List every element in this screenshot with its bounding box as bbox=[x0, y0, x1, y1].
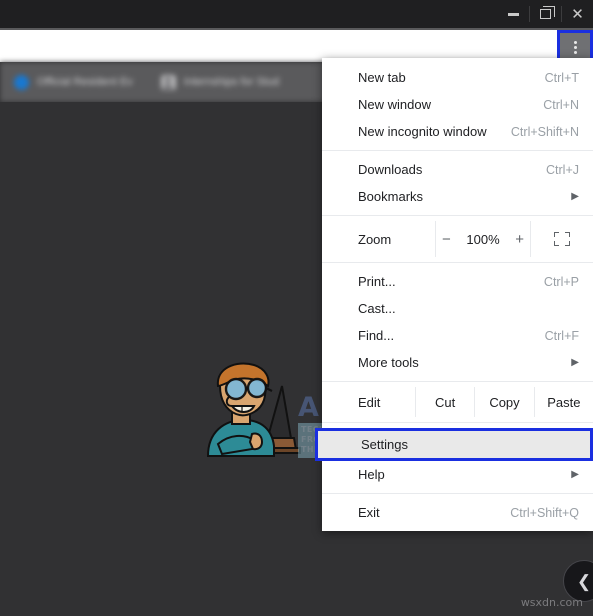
zoom-in-button[interactable]: + bbox=[514, 232, 526, 247]
menu-item-downloads[interactable]: Downloads Ctrl+J bbox=[322, 156, 593, 183]
chevron-left-icon: ❮ bbox=[576, 571, 592, 591]
menu-item-settings[interactable]: Settings bbox=[318, 431, 590, 458]
source-watermark: wsxdn.com bbox=[520, 596, 583, 609]
menu-item-shortcut: Ctrl+Shift+Q bbox=[510, 505, 579, 520]
restore-button[interactable] bbox=[530, 0, 561, 28]
zoom-label: Zoom bbox=[358, 231, 392, 247]
chrome-menu-panel: New tab Ctrl+T New window Ctrl+N New inc… bbox=[315, 58, 593, 531]
menu-separator bbox=[322, 215, 593, 216]
minimize-icon bbox=[508, 12, 519, 16]
menu-separator bbox=[322, 262, 593, 263]
menu-item-help[interactable]: Help ▶ bbox=[322, 461, 593, 488]
zoom-out-button[interactable]: − bbox=[440, 232, 452, 247]
fullscreen-button[interactable] bbox=[531, 221, 593, 257]
menu-item-new-window[interactable]: New window Ctrl+N bbox=[322, 91, 593, 118]
menu-item-shortcut: Ctrl+Shift+N bbox=[510, 124, 579, 139]
paste-button[interactable]: Paste bbox=[533, 387, 593, 417]
menu-item-label: New window bbox=[358, 97, 431, 112]
bookmark-item[interactable]: Internships for Stud bbox=[160, 74, 280, 90]
menu-item-print[interactable]: Print... Ctrl+P bbox=[322, 268, 593, 295]
fullscreen-icon bbox=[554, 232, 570, 246]
menu-item-label: Find... bbox=[358, 328, 395, 343]
menu-item-new-incognito-window[interactable]: New incognito window Ctrl+Shift+N bbox=[322, 118, 593, 145]
menu-item-find[interactable]: Find... Ctrl+F bbox=[322, 322, 593, 349]
menu-item-exit[interactable]: Exit Ctrl+Shift+Q bbox=[322, 499, 593, 526]
menu-item-label: Help bbox=[358, 467, 385, 482]
menu-separator bbox=[322, 493, 593, 494]
menu-item-shortcut: Ctrl+N bbox=[543, 97, 579, 112]
kebab-menu-icon bbox=[573, 40, 577, 54]
menu-item-shortcut: Ctrl+P bbox=[543, 274, 579, 289]
mascot-illustration bbox=[206, 362, 301, 457]
menu-edit-row: Edit Cut Copy Paste bbox=[322, 387, 593, 417]
zoom-controls: − 100% + bbox=[435, 221, 531, 257]
menu-item-shortcut: Ctrl+F bbox=[544, 328, 579, 343]
menu-item-new-tab[interactable]: New tab Ctrl+T bbox=[322, 64, 593, 91]
bookmark-label: Internships for Stud bbox=[183, 76, 280, 88]
menu-separator bbox=[322, 150, 593, 151]
menu-zoom-row: Zoom − 100% + bbox=[322, 221, 593, 257]
person-favicon-icon bbox=[160, 74, 176, 90]
menu-separator bbox=[322, 422, 593, 423]
copy-button[interactable]: Copy bbox=[474, 387, 533, 417]
menu-item-bookmarks[interactable]: Bookmarks ▶ bbox=[322, 183, 593, 210]
browser-window: ✕ ☆ Official Resident Ev Internships for… bbox=[0, 0, 593, 616]
menu-item-label: More tools bbox=[358, 355, 419, 370]
menu-item-label: New tab bbox=[358, 70, 406, 85]
browser-toolbar: ☆ bbox=[0, 28, 593, 64]
menu-item-label: Downloads bbox=[358, 162, 423, 177]
bookmark-label: Official Resident Ev bbox=[37, 76, 133, 88]
settings-highlight-box: Settings bbox=[315, 428, 593, 461]
menu-item-label: Print... bbox=[358, 274, 396, 289]
cut-button[interactable]: Cut bbox=[415, 387, 474, 417]
zoom-level-value: 100% bbox=[466, 231, 500, 247]
edit-label: Edit bbox=[358, 394, 381, 410]
menu-item-label: Exit bbox=[358, 505, 380, 520]
close-icon: ✕ bbox=[571, 5, 584, 23]
bookmark-item[interactable]: Official Resident Ev bbox=[14, 74, 133, 90]
title-bar: ✕ bbox=[0, 0, 593, 28]
menu-item-shortcut: Ctrl+J bbox=[546, 162, 579, 177]
menu-item-more-tools[interactable]: More tools ▶ bbox=[322, 349, 593, 376]
submenu-arrow-icon: ▶ bbox=[571, 357, 579, 368]
menu-item-label: Cast... bbox=[358, 301, 396, 316]
submenu-arrow-icon: ▶ bbox=[571, 469, 579, 480]
restore-icon bbox=[540, 6, 555, 19]
favicon-icon bbox=[14, 74, 29, 90]
menu-item-label: Settings bbox=[361, 437, 408, 452]
menu-item-cast[interactable]: Cast... bbox=[322, 295, 593, 322]
menu-separator bbox=[322, 381, 593, 382]
menu-item-label: Bookmarks bbox=[358, 189, 424, 204]
submenu-arrow-icon: ▶ bbox=[571, 191, 579, 202]
minimize-button[interactable] bbox=[498, 0, 529, 28]
menu-item-label: New incognito window bbox=[358, 124, 487, 139]
close-button[interactable]: ✕ bbox=[562, 0, 593, 28]
menu-item-shortcut: Ctrl+T bbox=[544, 70, 579, 85]
